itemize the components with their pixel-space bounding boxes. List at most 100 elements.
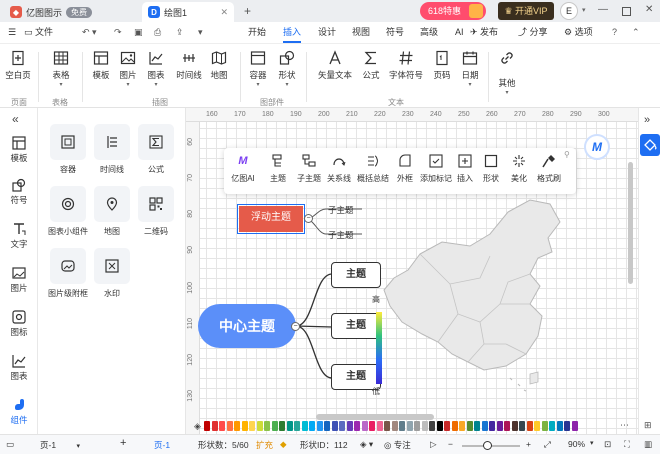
float-relation-button[interactable]: 关系线 bbox=[324, 154, 354, 184]
sidebar-item-chart[interactable]: 图表 bbox=[0, 354, 38, 382]
color-swatch[interactable] bbox=[286, 421, 293, 431]
publish-button[interactable]: ✈ 发布 bbox=[470, 22, 498, 43]
library-item-picture-frame[interactable]: 图片级附框 bbox=[48, 248, 88, 299]
float-beautify-button[interactable]: 美化 bbox=[508, 154, 530, 184]
play-icon[interactable]: ▷ bbox=[430, 439, 437, 450]
close-window-icon[interactable]: ✕ bbox=[645, 4, 653, 15]
color-swatch[interactable] bbox=[264, 421, 270, 431]
timeline-button[interactable]: 时间线 bbox=[172, 48, 206, 81]
color-swatch[interactable] bbox=[361, 421, 368, 431]
vip-button[interactable]: ♛ 开通VIP bbox=[498, 2, 554, 20]
layers-icon[interactable]: ◈ ▾ bbox=[360, 439, 373, 450]
float-frame-button[interactable]: 外框 bbox=[392, 154, 418, 184]
color-swatch[interactable] bbox=[384, 421, 390, 431]
color-swatch[interactable] bbox=[481, 421, 488, 431]
sub-topic-2[interactable]: 子主题 bbox=[328, 229, 354, 241]
color-swatch[interactable] bbox=[541, 421, 548, 431]
color-swatch[interactable] bbox=[331, 421, 338, 431]
color-swatch[interactable] bbox=[279, 421, 285, 431]
page-layout-icon[interactable]: ▭ bbox=[6, 439, 14, 450]
color-swatch[interactable] bbox=[526, 421, 533, 431]
color-swatch[interactable] bbox=[549, 421, 555, 431]
sidebar-item-template[interactable]: 模板 bbox=[0, 136, 38, 164]
picture-button[interactable]: 图片 ▾ bbox=[113, 48, 143, 88]
color-swatch[interactable] bbox=[534, 421, 540, 431]
collapse-node-icon[interactable]: − bbox=[291, 322, 300, 331]
fit-page-icon[interactable]: ⤢ bbox=[544, 439, 551, 450]
add-page-icon[interactable]: + bbox=[120, 437, 126, 449]
color-swatch[interactable] bbox=[459, 421, 465, 431]
color-swatch[interactable] bbox=[519, 421, 525, 431]
float-summary-button[interactable]: 概括总结 bbox=[356, 154, 390, 184]
collapse-panel-icon[interactable]: « bbox=[12, 112, 19, 126]
date-button[interactable]: 日期 ▾ bbox=[455, 48, 485, 88]
sidebar-item-icon[interactable]: 图标 bbox=[0, 310, 38, 338]
menu-advanced[interactable]: 高级 bbox=[420, 22, 438, 43]
float-format-painter-button[interactable]: 格式刷 bbox=[534, 154, 564, 184]
vertical-scrollbar[interactable] bbox=[628, 162, 633, 284]
color-swatch[interactable] bbox=[429, 421, 435, 431]
color-swatch[interactable] bbox=[339, 421, 345, 431]
color-swatch[interactable] bbox=[369, 421, 375, 431]
formula-button[interactable]: 公式 bbox=[356, 48, 386, 81]
color-swatch[interactable] bbox=[256, 421, 263, 431]
color-swatch[interactable] bbox=[436, 421, 443, 431]
library-item-timeline[interactable]: 时间线 bbox=[92, 124, 132, 175]
floating-topic-selection[interactable]: 浮动主题 bbox=[237, 204, 305, 234]
app-tab[interactable]: ◆ 亿图图示 免费 bbox=[4, 2, 98, 22]
color-swatch[interactable] bbox=[564, 421, 570, 431]
minimize-icon[interactable]: — bbox=[598, 4, 608, 15]
template-button[interactable]: 模板 bbox=[86, 48, 116, 81]
hamburger-icon[interactable]: ☰ bbox=[8, 22, 16, 43]
color-swatch[interactable] bbox=[489, 421, 495, 431]
page-selector[interactable]: 页-1 ▾ bbox=[40, 439, 80, 451]
color-swatch[interactable] bbox=[406, 421, 413, 431]
color-swatch[interactable] bbox=[451, 421, 458, 431]
float-shape-button[interactable]: 形状 bbox=[480, 154, 502, 184]
color-swatch[interactable] bbox=[511, 421, 518, 431]
floating-topic[interactable]: 浮动主题 bbox=[239, 206, 303, 232]
color-swatch[interactable] bbox=[316, 421, 323, 431]
color-swatch[interactable] bbox=[504, 421, 510, 431]
zoom-in-icon[interactable]: + bbox=[526, 439, 531, 449]
ai-assistant-icon[interactable]: M bbox=[584, 134, 610, 160]
page-number-button[interactable]: 页码 bbox=[427, 48, 457, 81]
panel-toggle-icon[interactable]: ▥ bbox=[644, 439, 652, 450]
redo-icon[interactable]: ↷ bbox=[114, 22, 122, 43]
color-swatch[interactable] bbox=[391, 421, 398, 431]
container-button[interactable]: 容器 ▾ bbox=[243, 48, 273, 88]
file-menu[interactable]: ▭ 文件 bbox=[24, 22, 53, 43]
sidebar-item-component[interactable]: 组件 bbox=[0, 398, 38, 426]
zoom-slider-handle[interactable] bbox=[483, 441, 492, 450]
color-swatch[interactable] bbox=[204, 421, 210, 431]
color-swatch[interactable] bbox=[241, 421, 248, 431]
center-topic[interactable]: 中心主题 bbox=[198, 304, 296, 348]
library-item-formula[interactable]: 公式 bbox=[136, 124, 176, 175]
zoom-level[interactable]: 90% bbox=[568, 439, 585, 449]
float-topic-button[interactable]: 主题 bbox=[264, 154, 292, 184]
other-button[interactable]: 其他 ▾ bbox=[492, 48, 522, 96]
fullscreen-icon[interactable]: ⛶ bbox=[624, 439, 630, 450]
palette-more-icon[interactable]: ⋯ bbox=[620, 420, 629, 431]
color-swatch[interactable] bbox=[309, 421, 315, 431]
color-swatch[interactable] bbox=[414, 421, 420, 431]
style-panel-button[interactable] bbox=[640, 134, 660, 156]
options-button[interactable]: ⚙ 选项 bbox=[564, 22, 593, 43]
color-swatch[interactable] bbox=[301, 421, 308, 431]
blank-page-button[interactable]: 空白页 bbox=[3, 48, 33, 81]
chart-button[interactable]: 图表 ▾ bbox=[141, 48, 171, 88]
zoom-out-icon[interactable]: − bbox=[448, 439, 453, 449]
collapse-ribbon-icon[interactable]: ⌃ bbox=[632, 22, 640, 43]
expand-link[interactable]: 扩充 bbox=[256, 439, 273, 451]
color-swatch[interactable] bbox=[556, 421, 563, 431]
sidebar-item-text[interactable]: 文字 bbox=[0, 222, 38, 250]
print-icon[interactable]: ⎙ bbox=[154, 22, 161, 43]
expand-right-panel-icon[interactable]: » bbox=[644, 114, 650, 126]
color-swatch[interactable] bbox=[271, 421, 278, 431]
menu-ai[interactable]: AI bbox=[455, 22, 464, 43]
new-tab-icon[interactable]: + bbox=[244, 4, 251, 18]
share-button[interactable]: ⤴ 分享 bbox=[518, 22, 548, 43]
vector-text-button[interactable]: 矢量文本 bbox=[316, 48, 354, 81]
quick-access-more-icon[interactable]: ▾ bbox=[198, 22, 203, 43]
shape-button[interactable]: 形状 ▾ bbox=[272, 48, 302, 88]
